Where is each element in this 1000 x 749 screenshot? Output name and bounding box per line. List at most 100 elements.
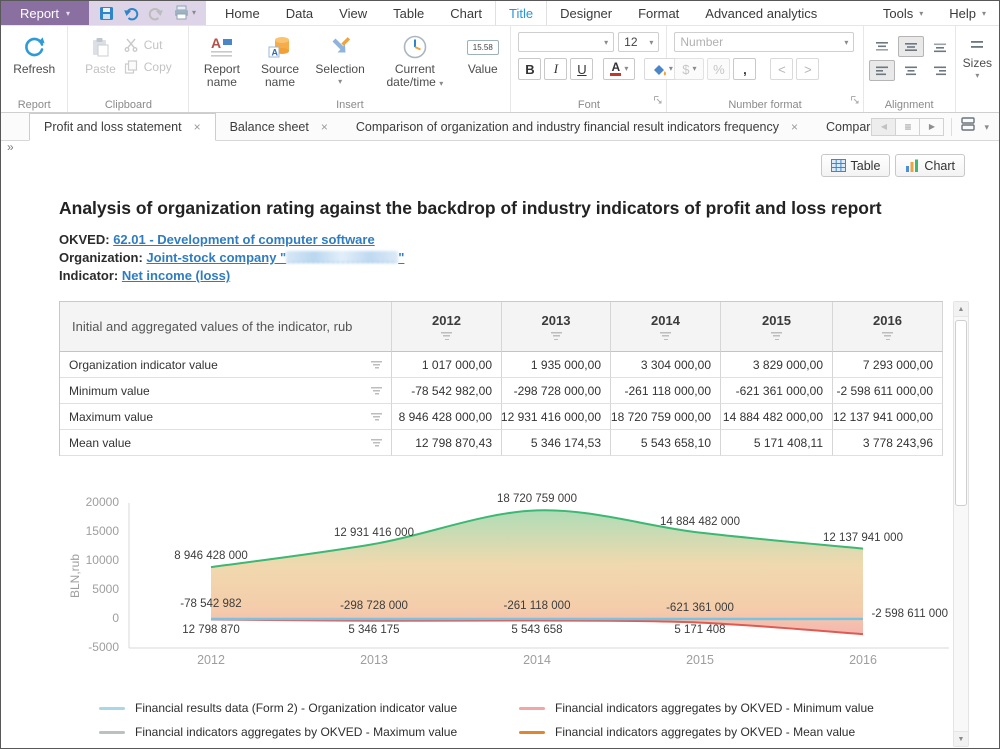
tab-format[interactable]: Format (625, 1, 692, 25)
filter-icon[interactable] (371, 361, 382, 369)
doc-tab-comparison-frequency[interactable]: Comparison of organization and industry … (342, 113, 812, 140)
value-button[interactable]: 15.58 Value (458, 30, 507, 97)
table-cell[interactable]: 12 931 416 000,00 (502, 404, 611, 430)
copy-button[interactable]: Copy (124, 60, 172, 74)
column-header-2015[interactable]: 2015 (721, 302, 833, 352)
report-name-button[interactable]: A Report name (192, 30, 251, 97)
filter-icon[interactable] (771, 332, 782, 340)
font-color-button[interactable]: A ▾ (603, 58, 635, 80)
doc-tab-profit-loss[interactable]: Profit and loss statement × (29, 113, 216, 141)
table-cell[interactable]: 5 171 408,11 (721, 430, 833, 456)
cut-button[interactable]: Cut (124, 38, 172, 52)
align-top-button[interactable] (869, 36, 895, 57)
close-tab-icon[interactable]: × (321, 120, 328, 134)
align-bottom-button[interactable] (927, 36, 953, 57)
italic-button[interactable]: I (544, 58, 567, 80)
row-header-minimum-value[interactable]: Minimum value (60, 378, 392, 404)
tab-data[interactable]: Data (273, 1, 326, 25)
font-size-select[interactable]: 12▾ (618, 32, 659, 52)
filter-icon[interactable] (441, 332, 452, 340)
chevron-down-icon[interactable]: ▾ (984, 123, 989, 131)
print-icon[interactable]: ▾ (173, 5, 196, 21)
dialog-launcher-icon[interactable] (850, 92, 860, 110)
paste-button[interactable]: Paste (81, 30, 120, 97)
table-cell[interactable]: 14 884 482 000,00 (721, 404, 833, 430)
tab-title[interactable]: Title (495, 1, 547, 25)
close-tab-icon[interactable]: × (791, 120, 798, 134)
tab-chart[interactable]: Chart (437, 1, 495, 25)
tab-designer[interactable]: Designer (547, 1, 625, 25)
table-cell[interactable]: 5 346 174,53 (502, 430, 611, 456)
doc-tab-comparison-truncated[interactable]: Comparis (812, 113, 871, 140)
tab-table[interactable]: Table (380, 1, 437, 25)
expand-panel-icon[interactable]: » (7, 140, 14, 154)
table-cell[interactable]: 7 293 000,00 (833, 352, 943, 378)
help-menu[interactable]: Help▾ (936, 1, 999, 25)
chart-view-button[interactable]: Chart (895, 154, 965, 177)
tab-advanced-analytics[interactable]: Advanced analytics (692, 1, 830, 25)
table-cell[interactable]: 5 543 658,10 (611, 430, 721, 456)
table-cell[interactable]: 3 304 000,00 (611, 352, 721, 378)
decrease-decimal-button[interactable]: < (770, 58, 793, 80)
okved-link[interactable]: 62.01 - Development of computer software (113, 232, 375, 247)
source-name-button[interactable]: A Source name (251, 30, 308, 97)
row-header-maximum-value[interactable]: Maximum value (60, 404, 392, 430)
table-cell[interactable]: 8 946 428 000,00 (392, 404, 502, 430)
sizes-button[interactable]: Sizes ▾ (959, 30, 996, 97)
filter-icon[interactable] (371, 387, 382, 395)
percent-format-button[interactable]: % (707, 58, 730, 80)
selection-button[interactable]: Selection ▾ (309, 30, 372, 97)
filter-icon[interactable] (882, 332, 893, 340)
table-cell[interactable]: 3 829 000,00 (721, 352, 833, 378)
filter-icon[interactable] (371, 413, 382, 421)
filter-icon[interactable] (371, 439, 382, 447)
column-header-2014[interactable]: 2014 (611, 302, 721, 352)
table-cell[interactable]: -2 598 611 000,00 (833, 378, 943, 404)
bold-button[interactable]: B (518, 58, 541, 80)
doc-tab-balance-sheet[interactable]: Balance sheet × (216, 113, 342, 140)
undo-icon[interactable] (123, 6, 139, 21)
underline-button[interactable]: U (570, 58, 593, 80)
table-corner-header[interactable]: Initial and aggregated values of the ind… (60, 302, 392, 352)
increase-decimal-button[interactable]: > (796, 58, 819, 80)
table-cell[interactable]: -298 728 000,00 (502, 378, 611, 404)
report-menu-button[interactable]: Report ▾ (1, 1, 89, 25)
align-middle-button[interactable] (898, 36, 924, 57)
table-cell[interactable]: 1 017 000,00 (392, 352, 502, 378)
table-cell[interactable]: 18 720 759 000,00 (611, 404, 721, 430)
currency-format-button[interactable]: $▾ (674, 58, 704, 80)
thousands-separator-button[interactable]: , (733, 58, 756, 80)
align-left-button[interactable] (869, 60, 895, 81)
vertical-scrollbar[interactable]: ▲ ▼ (953, 301, 969, 747)
row-header-organization-value[interactable]: Organization indicator value (60, 352, 392, 378)
scroll-up-button[interactable]: ▲ (954, 302, 968, 317)
table-cell[interactable]: 1 935 000,00 (502, 352, 611, 378)
table-cell[interactable]: -621 361 000,00 (721, 378, 833, 404)
table-cell[interactable]: -261 118 000,00 (611, 378, 721, 404)
scroll-down-button[interactable]: ▼ (954, 731, 968, 746)
refresh-button[interactable]: Refresh (9, 30, 59, 97)
tab-view[interactable]: View (326, 1, 380, 25)
row-header-mean-value[interactable]: Mean value (60, 430, 392, 456)
table-cell[interactable]: -78 542 982,00 (392, 378, 502, 404)
close-tab-icon[interactable]: × (194, 120, 201, 134)
scroll-tabs-left-button[interactable]: ◀ (871, 118, 896, 136)
tab-home[interactable]: Home (212, 1, 273, 25)
organization-link[interactable]: Joint-stock company "" (146, 250, 404, 265)
tools-menu[interactable]: Tools▾ (870, 1, 936, 25)
redo-icon[interactable] (148, 6, 164, 21)
split-view-icon[interactable] (959, 116, 977, 137)
column-header-2012[interactable]: 2012 (392, 302, 502, 352)
table-cell[interactable]: 3 778 243,96 (833, 430, 943, 456)
align-right-button[interactable] (927, 60, 953, 81)
table-cell[interactable]: 12 798 870,43 (392, 430, 502, 456)
filter-icon[interactable] (660, 332, 671, 340)
tab-list-button[interactable]: ≡ (895, 118, 920, 136)
filter-icon[interactable] (551, 332, 562, 340)
table-cell[interactable]: 12 137 941 000,00 (833, 404, 943, 430)
number-format-select[interactable]: Number▾ (674, 32, 854, 52)
save-icon[interactable] (99, 6, 114, 21)
dialog-launcher-icon[interactable] (653, 92, 663, 110)
column-header-2013[interactable]: 2013 (502, 302, 611, 352)
align-center-button[interactable] (898, 60, 924, 81)
